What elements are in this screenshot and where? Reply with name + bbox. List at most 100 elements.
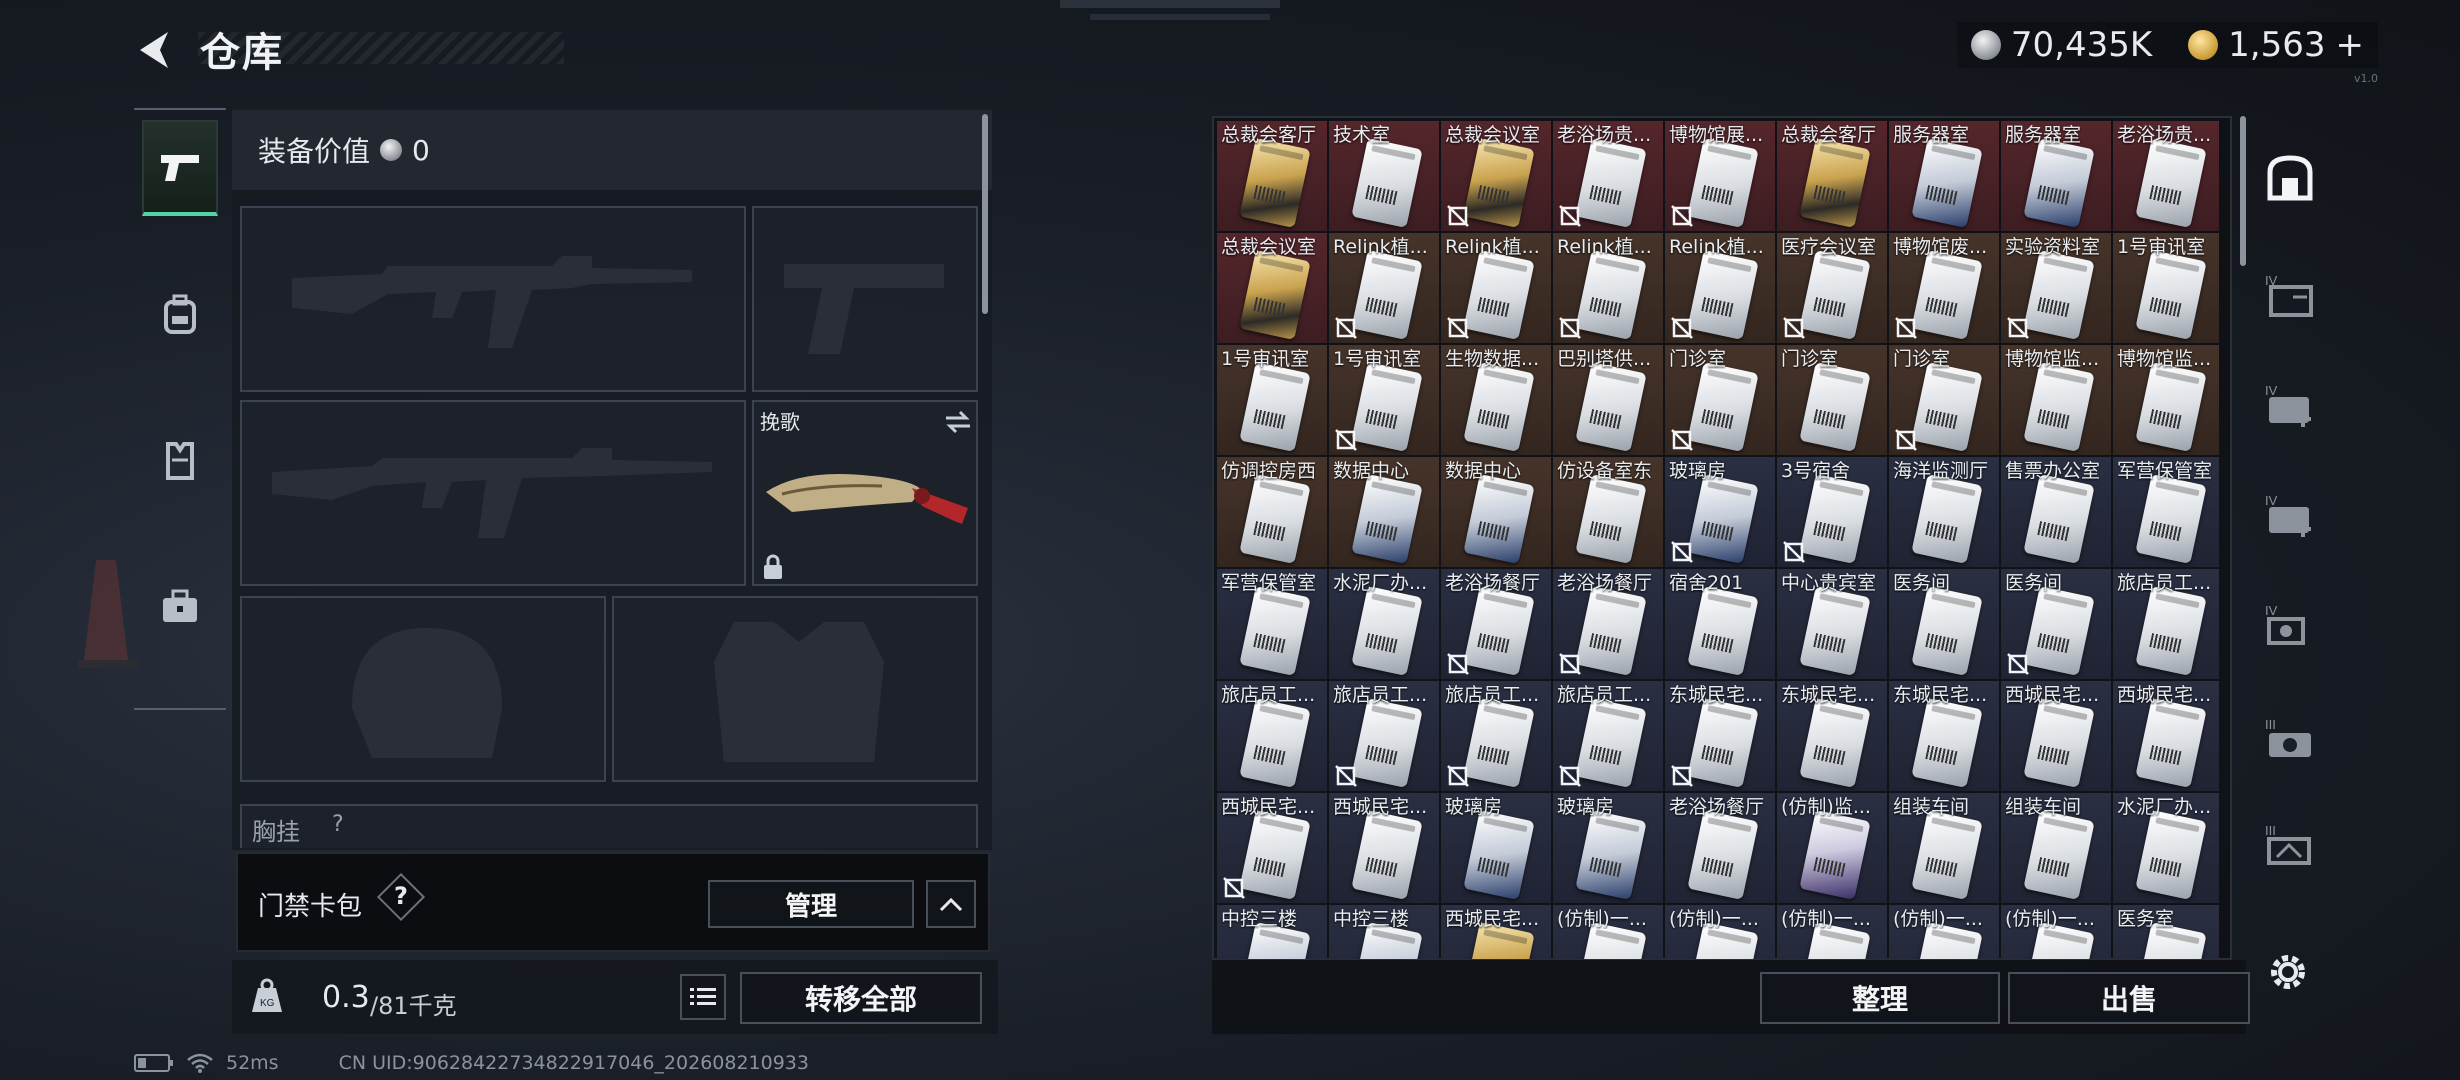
grid-item[interactable]: 医务室	[2113, 905, 2219, 959]
grid-item[interactable]: 西城民宅...	[2113, 681, 2219, 791]
grid-item[interactable]: 水泥厂办...	[2113, 793, 2219, 903]
sell-button[interactable]: 出售	[2008, 972, 2250, 1024]
primary-weapon-slot[interactable]	[240, 206, 746, 392]
grid-item[interactable]: 总裁会客厅	[1217, 121, 1327, 231]
collapse-button[interactable]	[926, 880, 976, 928]
grid-item[interactable]: 西城民宅...	[1217, 793, 1327, 903]
grid-item[interactable]: 老浴场贵...	[1553, 121, 1663, 231]
grid-item[interactable]: 组装车间	[2001, 793, 2111, 903]
grid-item[interactable]: 生物数据...	[1441, 345, 1551, 455]
help-icon[interactable]: ?	[332, 812, 344, 837]
grid-item[interactable]: 门诊室	[1889, 345, 1999, 455]
equipment-scrollbar[interactable]	[982, 114, 988, 314]
grid-item[interactable]: 1号审讯室	[2113, 233, 2219, 343]
grid-item[interactable]: 东城民宅...	[1777, 681, 1887, 791]
grid-item[interactable]: 旅店员工...	[2113, 569, 2219, 679]
tertiary-weapon-slot[interactable]	[240, 400, 746, 586]
grid-item[interactable]: 巴别塔供...	[1553, 345, 1663, 455]
grid-item[interactable]: 西城民宅...	[1441, 905, 1551, 959]
grid-item[interactable]: (仿制)一...	[1777, 905, 1887, 959]
helmet-slot[interactable]	[240, 596, 606, 782]
grid-item[interactable]: 东城民宅...	[1665, 681, 1775, 791]
grid-item[interactable]: Relink植...	[1553, 233, 1663, 343]
grid-item[interactable]: 服务器室	[2001, 121, 2111, 231]
tab-device[interactable]: IV	[2256, 576, 2324, 676]
grid-item[interactable]: 旅店员工...	[1217, 681, 1327, 791]
grid-item[interactable]: (仿制)监...	[1777, 793, 1887, 903]
grid-item[interactable]: (仿制)一...	[1665, 905, 1775, 959]
grid-item[interactable]: 中控三楼	[1329, 905, 1439, 959]
grid-item[interactable]: Relink植...	[1329, 233, 1439, 343]
grid-item[interactable]: 门诊室	[1665, 345, 1775, 455]
grid-item[interactable]: 军营保管室	[2113, 457, 2219, 567]
grid-item[interactable]: 西城民宅...	[2001, 681, 2111, 791]
grid-item[interactable]: 仿调控房西	[1217, 457, 1327, 567]
melee-slot[interactable]: 挽歌	[752, 400, 978, 586]
grid-item[interactable]: 医务间	[1889, 569, 1999, 679]
grid-item[interactable]: 旅店员工...	[1553, 681, 1663, 791]
grid-item[interactable]: 数据中心	[1441, 457, 1551, 567]
grid-item[interactable]: 组装车间	[1889, 793, 1999, 903]
grid-item[interactable]: 博物馆废...	[1889, 233, 1999, 343]
tab-case[interactable]	[142, 558, 218, 654]
grid-item[interactable]: 军营保管室	[1217, 569, 1327, 679]
grid-item[interactable]: 玻璃房	[1553, 793, 1663, 903]
settings-button[interactable]	[2266, 950, 2310, 998]
grid-item[interactable]: 海洋监测厅	[1889, 457, 1999, 567]
storage-scrollbar[interactable]	[2240, 116, 2246, 266]
grid-item[interactable]: 玻璃房	[1665, 457, 1775, 567]
grid-item[interactable]: 1号审讯室	[1217, 345, 1327, 455]
transfer-all-button[interactable]: 转移全部	[740, 972, 982, 1024]
tab-weapons[interactable]	[142, 120, 218, 216]
grid-item[interactable]: Relink植...	[1665, 233, 1775, 343]
grid-item[interactable]: 实验资料室	[2001, 233, 2111, 343]
grid-item[interactable]: (仿制)一...	[1889, 905, 1999, 959]
grid-item[interactable]: 旅店员工...	[1329, 681, 1439, 791]
armor-slot[interactable]	[612, 596, 978, 782]
grid-item[interactable]: 数据中心	[1329, 457, 1439, 567]
secondary-weapon-slot[interactable]	[752, 206, 978, 392]
grid-item[interactable]: 总裁会议室	[1217, 233, 1327, 343]
grid-item[interactable]: 老浴场餐厅	[1441, 569, 1551, 679]
tab-safe-box[interactable]	[2256, 128, 2324, 228]
grid-item[interactable]: 中心贵宾室	[1777, 569, 1887, 679]
plus-icon[interactable]: +	[2336, 25, 2365, 65]
tab-tool-case[interactable]: III	[2256, 796, 2324, 896]
organize-button[interactable]: 整理	[1760, 972, 2000, 1024]
grid-item[interactable]: 3号宿舍	[1777, 457, 1887, 567]
grid-item[interactable]: 医务间	[2001, 569, 2111, 679]
swap-icon[interactable]	[944, 410, 972, 434]
grid-item[interactable]: 售票办公室	[2001, 457, 2111, 567]
grid-item[interactable]: 宿舍201	[1665, 569, 1775, 679]
tab-vest[interactable]	[142, 412, 218, 508]
grid-item[interactable]: 门诊室	[1777, 345, 1887, 455]
grid-item[interactable]: 服务器室	[1889, 121, 1999, 231]
currency-bar[interactable]: 70,435K 1,563 +	[1956, 22, 2378, 68]
manage-button[interactable]: 管理	[708, 880, 914, 928]
tab-folder-case[interactable]: IV	[2256, 246, 2324, 346]
grid-item[interactable]: 西城民宅...	[1329, 793, 1439, 903]
grid-item[interactable]: 旅店员工...	[1441, 681, 1551, 791]
grid-item[interactable]: (仿制)一...	[1553, 905, 1663, 959]
grid-item[interactable]: 玻璃房	[1441, 793, 1551, 903]
list-view-button[interactable]	[680, 974, 726, 1020]
grid-item[interactable]: 老浴场餐厅	[1553, 569, 1663, 679]
tab-backpack[interactable]	[142, 266, 218, 362]
tab-camera[interactable]: III	[2256, 690, 2324, 790]
tab-medkit[interactable]: IV	[2256, 356, 2324, 456]
grid-item[interactable]: 医疗会议室	[1777, 233, 1887, 343]
grid-item[interactable]: 中控三楼	[1217, 905, 1327, 959]
grid-item[interactable]: (仿制)一...	[2001, 905, 2111, 959]
grid-item[interactable]: 东城民宅...	[1889, 681, 1999, 791]
grid-item[interactable]: 博物馆展...	[1665, 121, 1775, 231]
help-icon[interactable]: ?	[394, 882, 408, 910]
grid-item[interactable]: Relink植...	[1441, 233, 1551, 343]
grid-item[interactable]: 老浴场贵...	[2113, 121, 2219, 231]
grid-item[interactable]: 仿设备室东	[1553, 457, 1663, 567]
grid-item[interactable]: 1号审讯室	[1329, 345, 1439, 455]
grid-item[interactable]: 博物馆监...	[2001, 345, 2111, 455]
chest-rig-slot[interactable]: 胸挂 ?	[240, 804, 978, 848]
tab-medkit-plus[interactable]: IV	[2256, 466, 2324, 566]
grid-item[interactable]: 总裁会客厅	[1777, 121, 1887, 231]
grid-item[interactable]: 博物馆监...	[2113, 345, 2219, 455]
